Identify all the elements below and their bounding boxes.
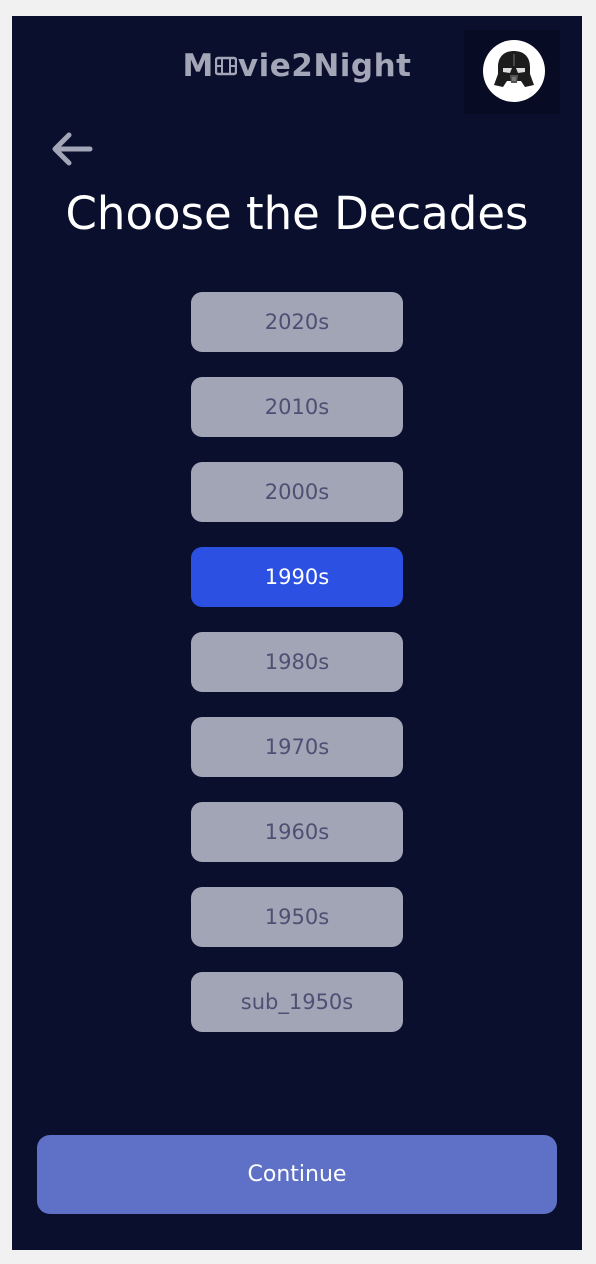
film-reel-icon: [214, 56, 237, 75]
continue-button[interactable]: Continue: [37, 1135, 557, 1214]
avatar[interactable]: [483, 40, 545, 102]
logo-text-start: M: [182, 48, 214, 84]
decade-option[interactable]: sub_1950s: [191, 972, 403, 1032]
page-title: Choose the Decades: [65, 187, 529, 240]
decade-option[interactable]: 1980s: [191, 632, 403, 692]
logo-text-end: vie2Night: [237, 48, 412, 84]
arrow-left-icon: [52, 132, 93, 166]
decade-option[interactable]: 2010s: [191, 377, 403, 437]
profile-avatar-button[interactable]: [464, 30, 560, 114]
decade-option[interactable]: 1950s: [191, 887, 403, 947]
back-button[interactable]: [50, 129, 94, 169]
decade-option[interactable]: 2000s: [191, 462, 403, 522]
decade-option[interactable]: 1960s: [191, 802, 403, 862]
darth-vader-helmet-icon: [494, 51, 534, 87]
decade-option-selected[interactable]: 1990s: [191, 547, 403, 607]
app-screen: M vie2Night Choose the Decades 2020s 201…: [12, 16, 582, 1250]
decade-option[interactable]: 2020s: [191, 292, 403, 352]
decade-option[interactable]: 1970s: [191, 717, 403, 777]
decade-options-list: 2020s 2010s 2000s 1990s 1980s 1970s 1960…: [191, 292, 403, 1057]
